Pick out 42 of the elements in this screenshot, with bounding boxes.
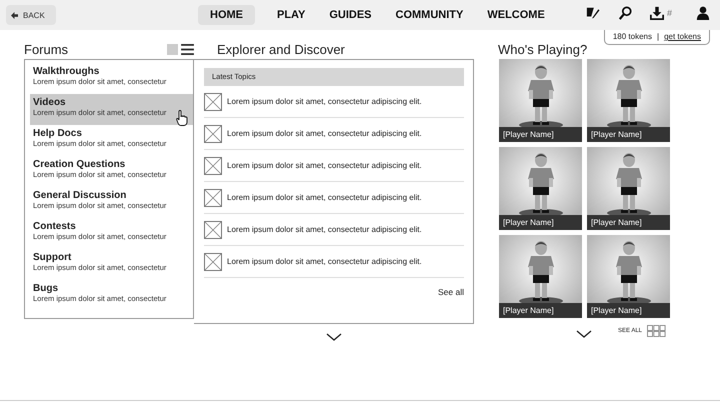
nav-tab[interactable]: COMMUNITY	[384, 5, 476, 25]
search-icon[interactable]	[618, 6, 632, 20]
arrow-icon	[11, 12, 18, 18]
player-name: [Player Name]	[499, 127, 582, 142]
chevron-down-icon[interactable]	[326, 333, 342, 341]
chevron-down-icon[interactable]	[576, 330, 592, 338]
image-placeholder-icon	[204, 92, 222, 110]
topic-link[interactable]: Lorem ipsum dolor sit amet, consectetur adipiscing elit.	[227, 193, 422, 202]
back-button[interactable]: BACK	[6, 5, 56, 25]
image-placeholder-icon	[204, 188, 222, 206]
grid-icon[interactable]	[647, 325, 666, 337]
get-tokens-link[interactable]: get tokens	[664, 32, 701, 41]
section-title: Who's Playing?	[498, 42, 588, 56]
player-name: [Player Name]	[499, 303, 582, 318]
topic-link[interactable]: Lorem ipsum dolor sit amet, consectetur adipiscing elit.	[227, 97, 422, 106]
download-icon[interactable]	[650, 6, 664, 20]
player-name: [Player Name]	[587, 127, 670, 142]
player-name: [Player Name]	[587, 303, 670, 318]
topic-link[interactable]: Lorem ipsum dolor sit amet, consectetur adipiscing elit.	[227, 161, 422, 170]
section-title: Explorer and Discover	[217, 42, 345, 56]
download-count: #	[667, 8, 672, 18]
list-view-icon[interactable]	[181, 44, 194, 54]
edit-icon[interactable]	[586, 6, 600, 20]
section-title: Forums	[24, 42, 68, 56]
nav-tab[interactable]: HOME	[198, 5, 255, 25]
nav-tab[interactable]: GUIDES	[317, 5, 384, 25]
image-placeholder-icon	[204, 252, 222, 270]
token-count: 180 tokens	[612, 32, 652, 41]
player-name: [Player Name]	[499, 215, 582, 230]
see-all-link[interactable]: See all	[438, 287, 464, 297]
user-icon[interactable]	[696, 6, 710, 20]
player-name: [Player Name]	[587, 215, 670, 230]
image-placeholder-icon	[204, 220, 222, 238]
hand-cursor-icon	[176, 110, 188, 126]
separator: |	[657, 32, 660, 41]
topic-link[interactable]: Lorem ipsum dolor sit amet, consectetur adipiscing elit.	[227, 257, 422, 266]
nav-tab[interactable]: WELCOME	[475, 5, 557, 25]
topic-link[interactable]: Lorem ipsum dolor sit amet, consectetur adipiscing elit.	[227, 129, 422, 138]
topic-link[interactable]: Lorem ipsum dolor sit amet, consectetur adipiscing elit.	[227, 225, 422, 234]
nav-tab[interactable]: PLAY	[265, 5, 318, 25]
image-placeholder-icon	[204, 124, 222, 142]
image-placeholder-icon	[204, 156, 222, 174]
